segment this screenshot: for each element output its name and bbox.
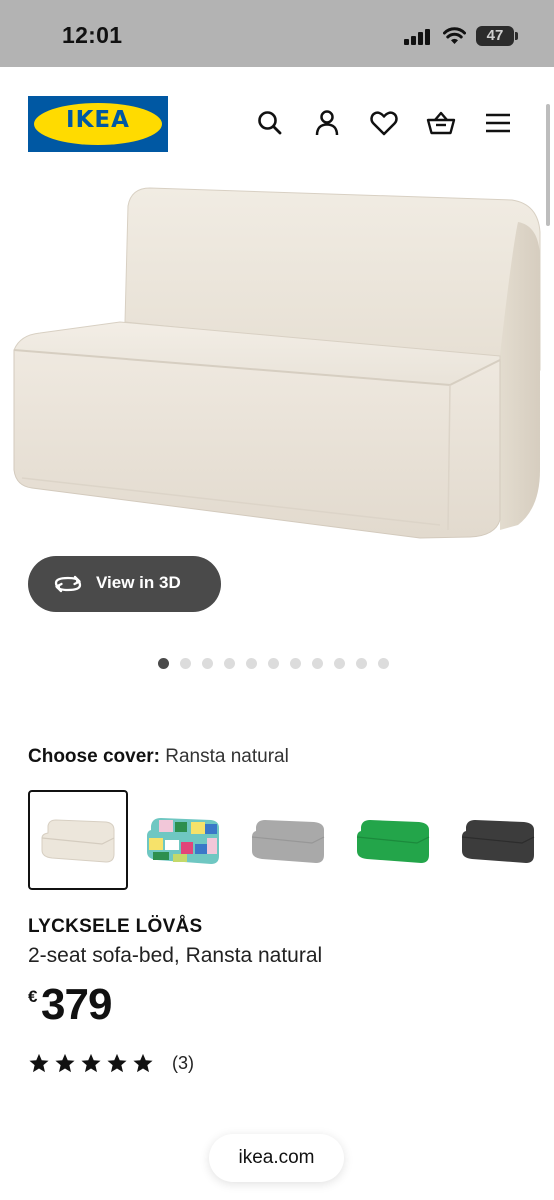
browser-url-bar[interactable]: ikea.com bbox=[209, 1134, 344, 1182]
rotate-3d-icon bbox=[54, 575, 82, 593]
view-in-3d-button[interactable]: View in 3D bbox=[28, 556, 221, 612]
account-icon[interactable] bbox=[312, 108, 342, 138]
pagination-dot[interactable] bbox=[290, 657, 301, 669]
cover-swatch-green[interactable] bbox=[355, 790, 455, 890]
pagination-dot[interactable] bbox=[158, 657, 169, 669]
pagination-dot[interactable] bbox=[246, 657, 257, 669]
product-description: 2-seat sofa-bed, Ransta natural bbox=[28, 944, 323, 967]
product-rating[interactable]: (3) bbox=[28, 1052, 194, 1074]
pagination-dot[interactable] bbox=[224, 657, 235, 669]
star-icon bbox=[29, 1053, 49, 1073]
sofa-thumbnail-icon bbox=[147, 818, 219, 864]
pagination-dot[interactable] bbox=[378, 657, 389, 669]
status-time: 12:01 bbox=[62, 22, 123, 48]
status-bar: 12:01 47 bbox=[0, 0, 554, 67]
choose-cover-value: Ransta natural bbox=[165, 746, 289, 767]
battery-level: 47 bbox=[486, 27, 504, 44]
image-pagination[interactable] bbox=[158, 657, 389, 669]
search-icon[interactable] bbox=[255, 108, 285, 138]
heart-icon[interactable] bbox=[369, 108, 399, 138]
menu-icon[interactable] bbox=[483, 108, 513, 138]
star-icon bbox=[55, 1053, 75, 1073]
ikea-logo[interactable]: IKEA bbox=[28, 96, 168, 152]
cover-swatch-multicolour[interactable] bbox=[145, 790, 245, 890]
cover-swatch-dark-grey[interactable] bbox=[460, 790, 554, 890]
choose-cover: Choose cover: Ransta natural bbox=[28, 746, 289, 768]
product-name: LYCKSELE LÖVÅS bbox=[28, 916, 203, 937]
sofa-thumbnail-icon bbox=[41, 819, 115, 863]
sofa-thumbnail-icon bbox=[251, 820, 325, 863]
sofa-thumbnail-icon bbox=[461, 820, 535, 863]
pagination-dot[interactable] bbox=[268, 657, 279, 669]
choose-cover-label: Choose cover: bbox=[28, 746, 160, 767]
pagination-dot[interactable] bbox=[334, 657, 345, 669]
product-image[interactable] bbox=[0, 180, 554, 560]
star-icon bbox=[81, 1053, 101, 1073]
star-icon bbox=[133, 1053, 153, 1073]
logo-text: IKEA bbox=[66, 107, 130, 133]
battery-icon: 47 bbox=[476, 26, 518, 46]
cover-swatch-light-grey[interactable] bbox=[250, 790, 350, 890]
wifi-icon bbox=[443, 27, 466, 44]
basket-icon[interactable] bbox=[426, 108, 456, 138]
pagination-dot[interactable] bbox=[312, 657, 323, 669]
signal-icon bbox=[404, 29, 430, 45]
view-in-3d-label: View in 3D bbox=[96, 573, 181, 592]
cover-swatch-ransta-natural[interactable] bbox=[28, 790, 128, 890]
price-value: 379 bbox=[41, 980, 112, 1029]
pagination-dot[interactable] bbox=[202, 657, 213, 669]
rating-count: (3) bbox=[172, 1052, 194, 1073]
pagination-dot[interactable] bbox=[356, 657, 367, 669]
pagination-dot[interactable] bbox=[180, 657, 191, 669]
price-currency: € bbox=[28, 987, 38, 1006]
sofa-thumbnail-icon bbox=[356, 820, 430, 863]
url-text: ikea.com bbox=[238, 1147, 315, 1168]
star-icon bbox=[107, 1053, 127, 1073]
